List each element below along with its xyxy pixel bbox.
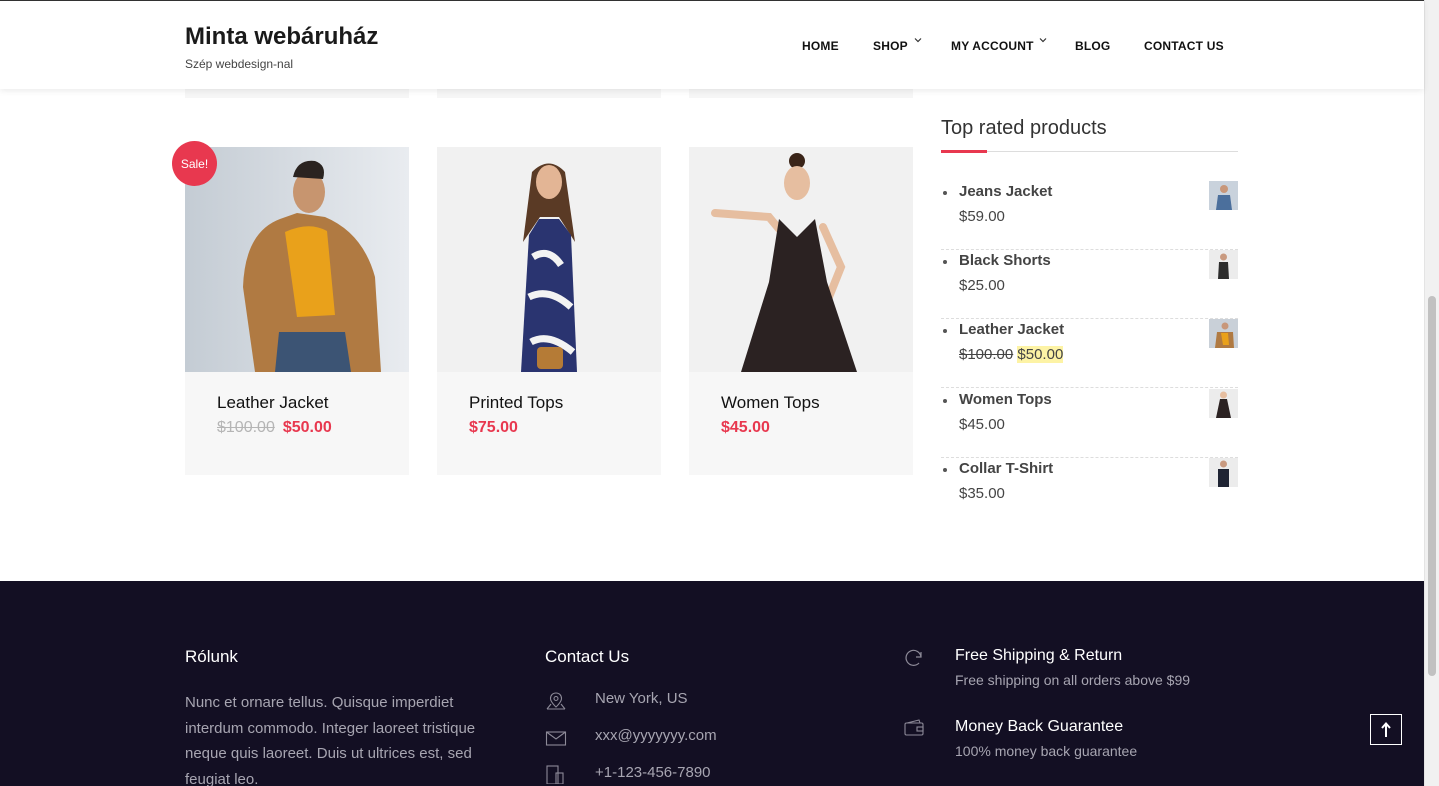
footer-email[interactable]: xxx@yyyyyyy.com [595,727,717,744]
map-pin-icon [546,692,566,710]
product-card[interactable]: Women Tops $45.00 [689,147,913,475]
nav-home[interactable]: HOME [802,39,839,53]
sidebar-product[interactable]: Women Tops $45.00 [941,389,1238,458]
product-thumbnail[interactable] [1209,389,1238,418]
product-name[interactable]: Leather Jacket [217,393,329,413]
scrollbar-thumb[interactable] [1428,296,1436,676]
product-price: $45.00 [721,419,770,436]
bullet [943,191,947,195]
sidebar-product-name[interactable]: Jeans Jacket [959,183,1052,200]
product-name[interactable]: Printed Tops [469,393,563,413]
sidebar-title: Top rated products [941,117,1107,139]
bullet [943,329,947,333]
bullet [943,260,947,264]
site-footer: Rólunk Nunc et ornare tellus. Quisque im… [0,581,1424,786]
sidebar-product-sale-price: $50.00 [1017,346,1064,363]
nav-shop[interactable]: SHOP [873,39,908,53]
product-card-partial [689,88,913,98]
product-card[interactable]: Printed Tops $75.00 [437,147,661,475]
product-price: $100.00 $50.00 [217,419,332,437]
sidebar-product-price: $35.00 [959,485,1005,502]
sidebar-product-name[interactable]: Women Tops [959,391,1052,408]
sidebar-product-name[interactable]: Leather Jacket [959,321,1064,338]
product-image[interactable] [689,147,913,372]
phone-icon [546,765,564,784]
bullet [943,399,947,403]
sidebar-product[interactable]: Black Shorts $25.00 [941,250,1238,319]
main-nav: HOME SHOP MY ACCOUNT BLOG CONTACT US [0,36,1424,55]
product-old-price: $100.00 [217,419,275,436]
sidebar-product[interactable]: Jeans Jacket $59.00 [941,181,1238,250]
footer-about-title: Rólunk [185,647,238,666]
sidebar-product-price: $59.00 [959,208,1005,225]
site-header: Minta webáruház Szép webdesign-nal HOME … [0,1,1424,89]
nav-blog[interactable]: BLOG [1075,39,1110,53]
sidebar-product-name[interactable]: Black Shorts [959,252,1051,269]
sidebar-title-accent [941,150,987,153]
nav-my-account[interactable]: MY ACCOUNT [951,39,1034,53]
product-card[interactable]: Leather Jacket $100.00 $50.00 [185,147,409,475]
nav-contact-us[interactable]: CONTACT US [1144,39,1224,53]
footer-feature-title: Free Shipping & Return [955,647,1123,664]
product-price: $75.00 [469,419,518,436]
sale-badge: Sale! [172,141,217,186]
product-sale-price: $50.00 [282,419,332,436]
sidebar-product-price: $25.00 [959,277,1005,294]
footer-contact-title: Contact Us [545,647,630,666]
footer-address: New York, US [595,690,688,707]
bullet [943,468,947,472]
product-card-partial [185,88,409,98]
wallet-icon [904,719,924,736]
product-card-partial [437,88,661,98]
footer-phone[interactable]: +1-123-456-7890 [595,764,711,781]
sidebar-product-old-price: $100.00 [959,346,1014,363]
product-name[interactable]: Women Tops [721,393,820,413]
sidebar-product[interactable]: Collar T-Shirt $35.00 [941,458,1238,527]
footer-feature-text: 100% money back guarantee [955,743,1138,759]
product-thumbnail[interactable] [1209,181,1238,210]
sidebar-product-price: $100.00 $50.00 [959,346,1064,363]
chevron-down-icon[interactable] [1039,36,1047,44]
product-image[interactable] [185,147,409,372]
back-to-top-button[interactable] [1370,714,1402,745]
envelope-icon [545,731,567,746]
footer-feature-title: Money Back Guarantee [955,718,1124,735]
sidebar-product[interactable]: Leather Jacket $100.00 $50.00 [941,319,1238,388]
product-image[interactable] [437,147,661,372]
product-thumbnail[interactable] [1209,458,1238,487]
sidebar-product-price: $45.00 [959,416,1005,433]
site-tagline: Szép webdesign-nal [185,57,294,71]
sidebar-product-name[interactable]: Collar T-Shirt [959,460,1053,477]
arrow-up-icon [1381,721,1391,737]
refresh-icon [905,649,922,666]
product-thumbnail[interactable] [1209,250,1238,279]
chevron-down-icon[interactable] [914,36,922,44]
footer-about-text: Nunc et ornare tellus. Quisque imperdiet… [185,694,476,786]
footer-feature-text: Free shipping on all orders above $99 [955,672,1191,688]
product-thumbnail[interactable] [1209,319,1238,348]
